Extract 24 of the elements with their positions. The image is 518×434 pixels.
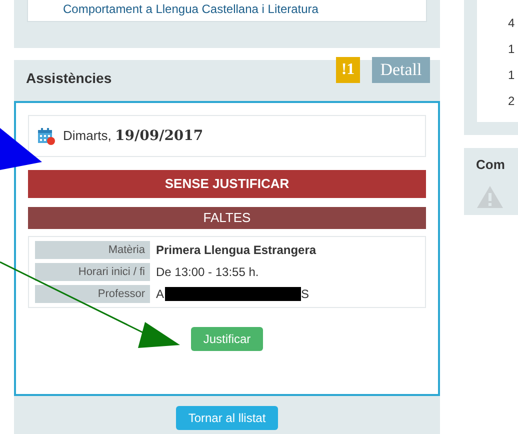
- list-number: 1: [508, 67, 516, 84]
- section-title: Assistències: [26, 69, 112, 88]
- arrowhead: [0, 128, 42, 170]
- back-button[interactable]: Tornar al llistat: [176, 406, 278, 430]
- justify-button[interactable]: Justificar: [191, 327, 263, 351]
- field-value: De 13:00 - 13:55 h.: [156, 264, 259, 281]
- field-value: Primera Llengua Estrangera: [156, 242, 316, 259]
- field-value: A: [156, 286, 164, 303]
- list-number: 1: [508, 41, 516, 58]
- field-value: S: [301, 286, 310, 303]
- status-banner: SENSE JUSTIFICAR: [28, 170, 426, 198]
- field-label: Professor: [35, 285, 150, 303]
- list-number: 4: [508, 15, 516, 32]
- warning-icon: [476, 184, 504, 208]
- field-label: Matèria: [35, 241, 150, 259]
- type-banner: FALTES: [28, 207, 426, 229]
- subject-text: Comportament a Llengua Castellana i Literatura: [63, 2, 318, 16]
- detail-button[interactable]: Detall: [372, 57, 430, 83]
- calendar-icon: [37, 127, 55, 145]
- field-label: Horari inici / fi: [35, 263, 150, 281]
- section-title: Com: [476, 156, 506, 174]
- date-text: Dimarts, 19/09/2017: [63, 126, 204, 146]
- list-number: 2: [508, 93, 516, 110]
- alert-badge: !1: [336, 57, 360, 83]
